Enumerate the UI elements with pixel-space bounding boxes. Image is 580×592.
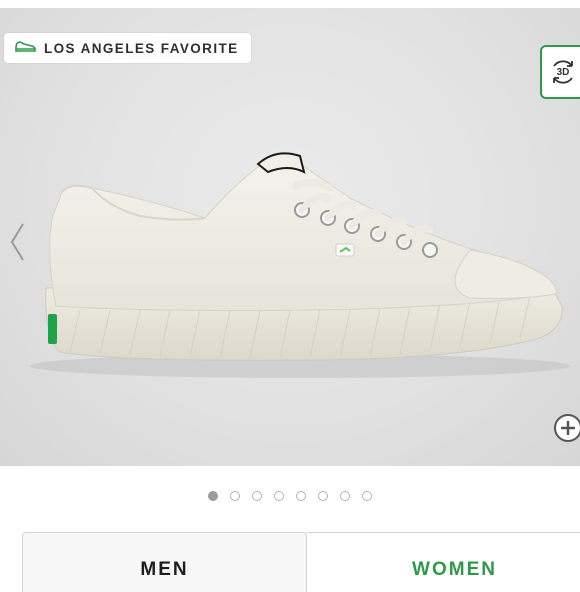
sneaker-icon xyxy=(14,39,36,58)
los-angeles-favorite-badge: LOS ANGELES FAVORITE xyxy=(4,33,251,63)
carousel-dot-6[interactable] xyxy=(318,491,328,501)
carousel-dot-5[interactable] xyxy=(296,491,306,501)
zoom-plus-icon xyxy=(554,414,580,442)
product-image-sneaker xyxy=(30,152,570,378)
chevron-left-icon xyxy=(10,223,24,261)
carousel-dot-3[interactable] xyxy=(252,491,262,501)
view-3d-button[interactable]: 3D xyxy=(540,45,580,99)
top-strip xyxy=(0,0,580,8)
carousel-dots xyxy=(208,491,372,501)
tab-men[interactable]: MEN xyxy=(22,532,307,592)
tab-women[interactable]: WOMEN xyxy=(307,532,580,592)
carousel-dot-4[interactable] xyxy=(274,491,284,501)
badge-label: LOS ANGELES FAVORITE xyxy=(44,40,239,56)
view-3d-label: 3D xyxy=(556,66,570,78)
product-image-gallery[interactable]: LOS ANGELES FAVORITE 3D xyxy=(0,8,580,466)
carousel-dot-1[interactable] xyxy=(208,491,218,501)
carousel-dot-2[interactable] xyxy=(230,491,240,501)
gender-tabs: MEN WOMEN xyxy=(22,532,580,592)
carousel-dot-7[interactable] xyxy=(340,491,350,501)
carousel-dot-8[interactable] xyxy=(362,491,372,501)
previous-image-button[interactable] xyxy=(6,218,28,266)
zoom-button[interactable] xyxy=(552,412,580,444)
